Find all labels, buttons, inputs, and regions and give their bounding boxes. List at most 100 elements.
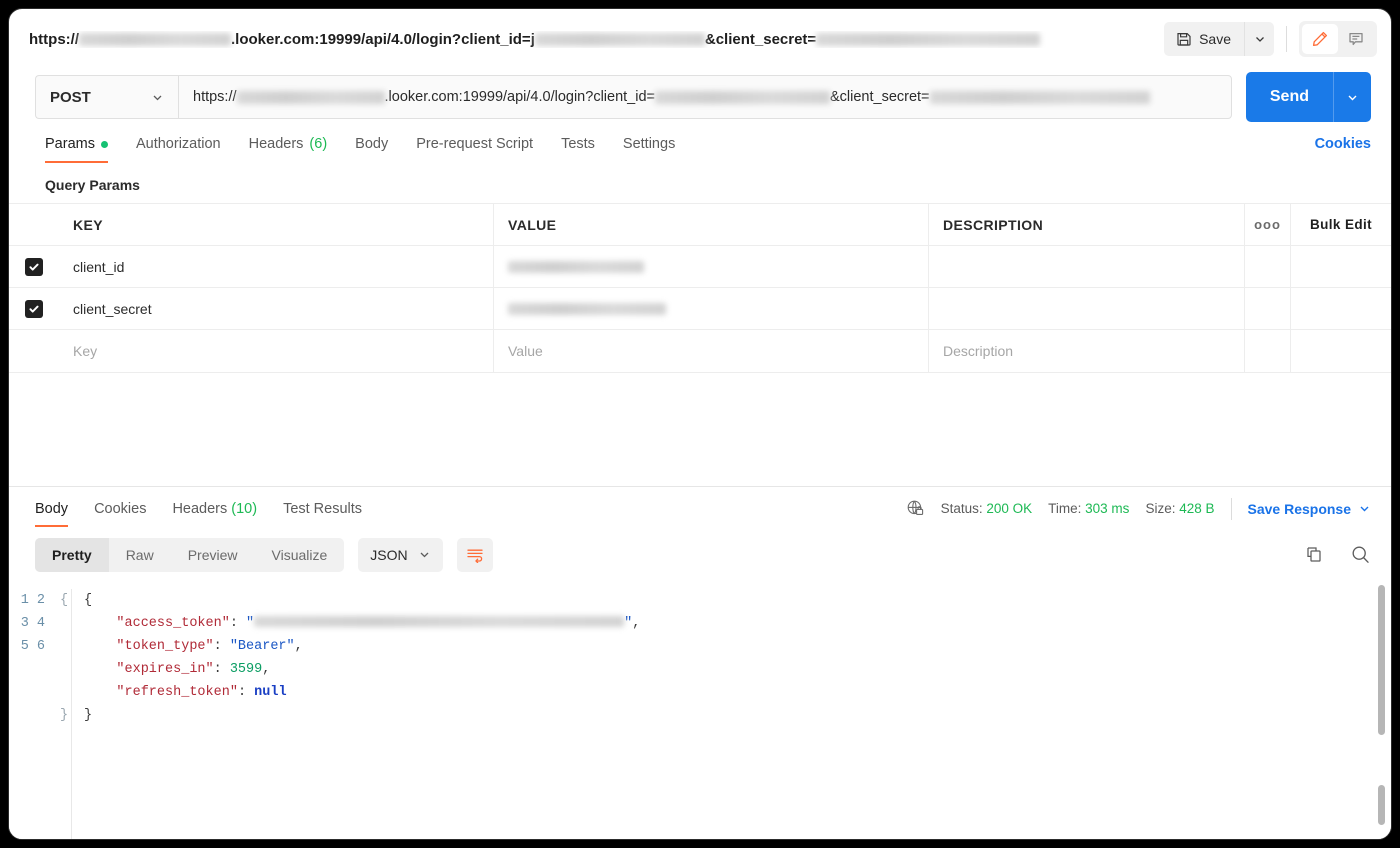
- format-label: JSON: [370, 547, 407, 563]
- json-code: { "access_token": "", "token_type": "Bea…: [71, 589, 1391, 840]
- view-pretty-button[interactable]: Pretty: [35, 538, 109, 572]
- view-preview-button[interactable]: Preview: [171, 538, 255, 572]
- empty-row-value-input[interactable]: Value: [494, 330, 929, 372]
- modified-dot-icon: [101, 141, 108, 148]
- vertical-scrollbar-thumb-lower[interactable]: [1378, 785, 1385, 825]
- response-tab-headers-count: (10): [231, 501, 257, 517]
- tab-settings[interactable]: Settings: [623, 125, 675, 163]
- globe-lock-icon: [906, 499, 925, 518]
- tab-headers[interactable]: Headers (6): [249, 125, 328, 163]
- req-url-amp: &client_secret=: [830, 89, 930, 105]
- request-tabs: Params Authorization Headers (6) Body Pr…: [9, 125, 1391, 163]
- format-select[interactable]: JSON: [358, 538, 442, 572]
- tab-pre-request-script-label: Pre-request Script: [416, 136, 533, 152]
- tab-params[interactable]: Params: [45, 125, 108, 163]
- tab-settings-label: Settings: [623, 136, 675, 152]
- status-label: Status:: [941, 501, 983, 516]
- comment-icon: [1347, 30, 1365, 48]
- query-params-title: Query Params: [9, 163, 1391, 203]
- req-url-client-id-redacted: xxxxxxxxxxxxxxxxxxxxxxxxxxxxx: [655, 91, 830, 104]
- save-response-label: Save Response: [1248, 501, 1352, 517]
- bulk-edit-button[interactable]: Bulk Edit: [1291, 204, 1391, 245]
- copy-icon: [1304, 545, 1324, 565]
- response-tab-body[interactable]: Body: [35, 487, 68, 531]
- empty-row-checkbox-cell: [9, 330, 59, 372]
- response-tab-headers[interactable]: Headers (10): [172, 487, 257, 531]
- chevron-down-icon: [151, 91, 164, 104]
- row-checkbox-cell: [9, 288, 59, 329]
- wrap-lines-button[interactable]: [457, 538, 493, 572]
- req-url-prefix: https://: [193, 89, 237, 105]
- req-url-mid: .looker.com:19999/api/4.0/login?client_i…: [385, 89, 655, 105]
- table-row: client_id xxxxxxxxxxxxxxxxxxxxxx: [9, 246, 1391, 288]
- request-title-url: https://xxxxxxxxxxxxxxxxxxxx.looker.com:…: [29, 31, 1154, 48]
- toolbar-divider: [1286, 26, 1287, 52]
- table-header-row: KEY VALUE DESCRIPTION ooo Bulk Edit: [9, 204, 1391, 246]
- empty-row-description-input[interactable]: Description: [929, 330, 1245, 372]
- top-bar: https://xxxxxxxxxxxxxxxxxxxx.looker.com:…: [9, 9, 1391, 69]
- vertical-scrollbar-thumb[interactable]: [1378, 585, 1385, 735]
- row-checkbox[interactable]: [25, 258, 43, 276]
- comment-button[interactable]: [1338, 24, 1374, 54]
- query-params-table: KEY VALUE DESCRIPTION ooo Bulk Edit clie…: [9, 203, 1391, 373]
- table-options-button[interactable]: ooo: [1245, 204, 1291, 245]
- save-button[interactable]: Save: [1164, 22, 1244, 56]
- save-response-button[interactable]: Save Response: [1248, 501, 1372, 517]
- pencil-icon: [1311, 30, 1329, 48]
- size-value: 428 B: [1179, 501, 1214, 516]
- send-group: Send: [1246, 72, 1371, 122]
- search-button[interactable]: [1350, 544, 1371, 565]
- row-checkbox[interactable]: [25, 300, 43, 318]
- access-token-redacted: [254, 616, 624, 627]
- method-select[interactable]: POST: [35, 75, 178, 119]
- response-body-viewer[interactable]: 1 2 3 4 5 6 { } { "access_token": "", "t…: [9, 579, 1391, 840]
- table-row: client_secret xxxxxxxxxxxxxxxxxxxxxxxxxx: [9, 288, 1391, 330]
- tab-authorization[interactable]: Authorization: [136, 125, 221, 163]
- tab-params-label: Params: [45, 136, 95, 152]
- status-group: Status: 200 OK: [941, 501, 1033, 516]
- line-number-gutter: 1 2 3 4 5 6: [9, 589, 57, 840]
- tab-body[interactable]: Body: [355, 125, 388, 163]
- row-key[interactable]: client_secret: [59, 288, 494, 329]
- view-visualize-button[interactable]: Visualize: [255, 538, 345, 572]
- time-label: Time:: [1048, 501, 1081, 516]
- empty-row-spacer-bulk: [1291, 330, 1391, 372]
- tab-pre-request-script[interactable]: Pre-request Script: [416, 125, 533, 163]
- copy-button[interactable]: [1304, 545, 1324, 565]
- header-key: KEY: [59, 204, 494, 245]
- row-description[interactable]: [929, 246, 1245, 287]
- request-blank-area: [9, 373, 1391, 486]
- size-label: Size:: [1145, 501, 1175, 516]
- row-value[interactable]: xxxxxxxxxxxxxxxxxxxxxxxxxx: [494, 288, 929, 329]
- url-amp: &client_secret=: [705, 31, 816, 48]
- response-tab-cookies[interactable]: Cookies: [94, 487, 146, 531]
- edit-mode-button[interactable]: [1302, 24, 1338, 54]
- code-fold-column[interactable]: { }: [57, 589, 71, 840]
- row-spacer-dots: [1245, 288, 1291, 329]
- header-checkbox-cell: [9, 204, 59, 245]
- tab-headers-count: (6): [309, 136, 327, 152]
- tab-authorization-label: Authorization: [136, 136, 221, 152]
- save-icon: [1176, 31, 1192, 47]
- view-raw-button[interactable]: Raw: [109, 538, 171, 572]
- url-input[interactable]: https://xxxxxxxxxxxxxxxxxxxx.looker.com:…: [178, 75, 1232, 119]
- send-button[interactable]: Send: [1246, 72, 1333, 122]
- send-dropdown-button[interactable]: [1333, 72, 1371, 122]
- save-group: Save: [1164, 22, 1274, 56]
- header-value: VALUE: [494, 204, 929, 245]
- save-dropdown-button[interactable]: [1244, 22, 1274, 56]
- postman-window: https://xxxxxxxxxxxxxxxxxxxx.looker.com:…: [8, 8, 1392, 840]
- tab-tests[interactable]: Tests: [561, 125, 595, 163]
- empty-row-key-input[interactable]: Key: [59, 330, 494, 372]
- line-numbers: 1 2 3 4 5 6: [21, 593, 45, 654]
- row-key[interactable]: client_id: [59, 246, 494, 287]
- code-content: { "access_token": "", "token_type": "Bea…: [84, 593, 640, 723]
- response-tab-test-results[interactable]: Test Results: [283, 487, 362, 531]
- row-description[interactable]: [929, 288, 1245, 329]
- save-label: Save: [1199, 31, 1231, 47]
- req-url-host-redacted: xxxxxxxxxxxxxxxxxxxx: [237, 91, 385, 104]
- cookies-link[interactable]: Cookies: [1315, 136, 1371, 152]
- row-value[interactable]: xxxxxxxxxxxxxxxxxxxxxx: [494, 246, 929, 287]
- table-empty-row: Key Value Description: [9, 330, 1391, 372]
- response-tab-headers-label: Headers: [172, 501, 227, 517]
